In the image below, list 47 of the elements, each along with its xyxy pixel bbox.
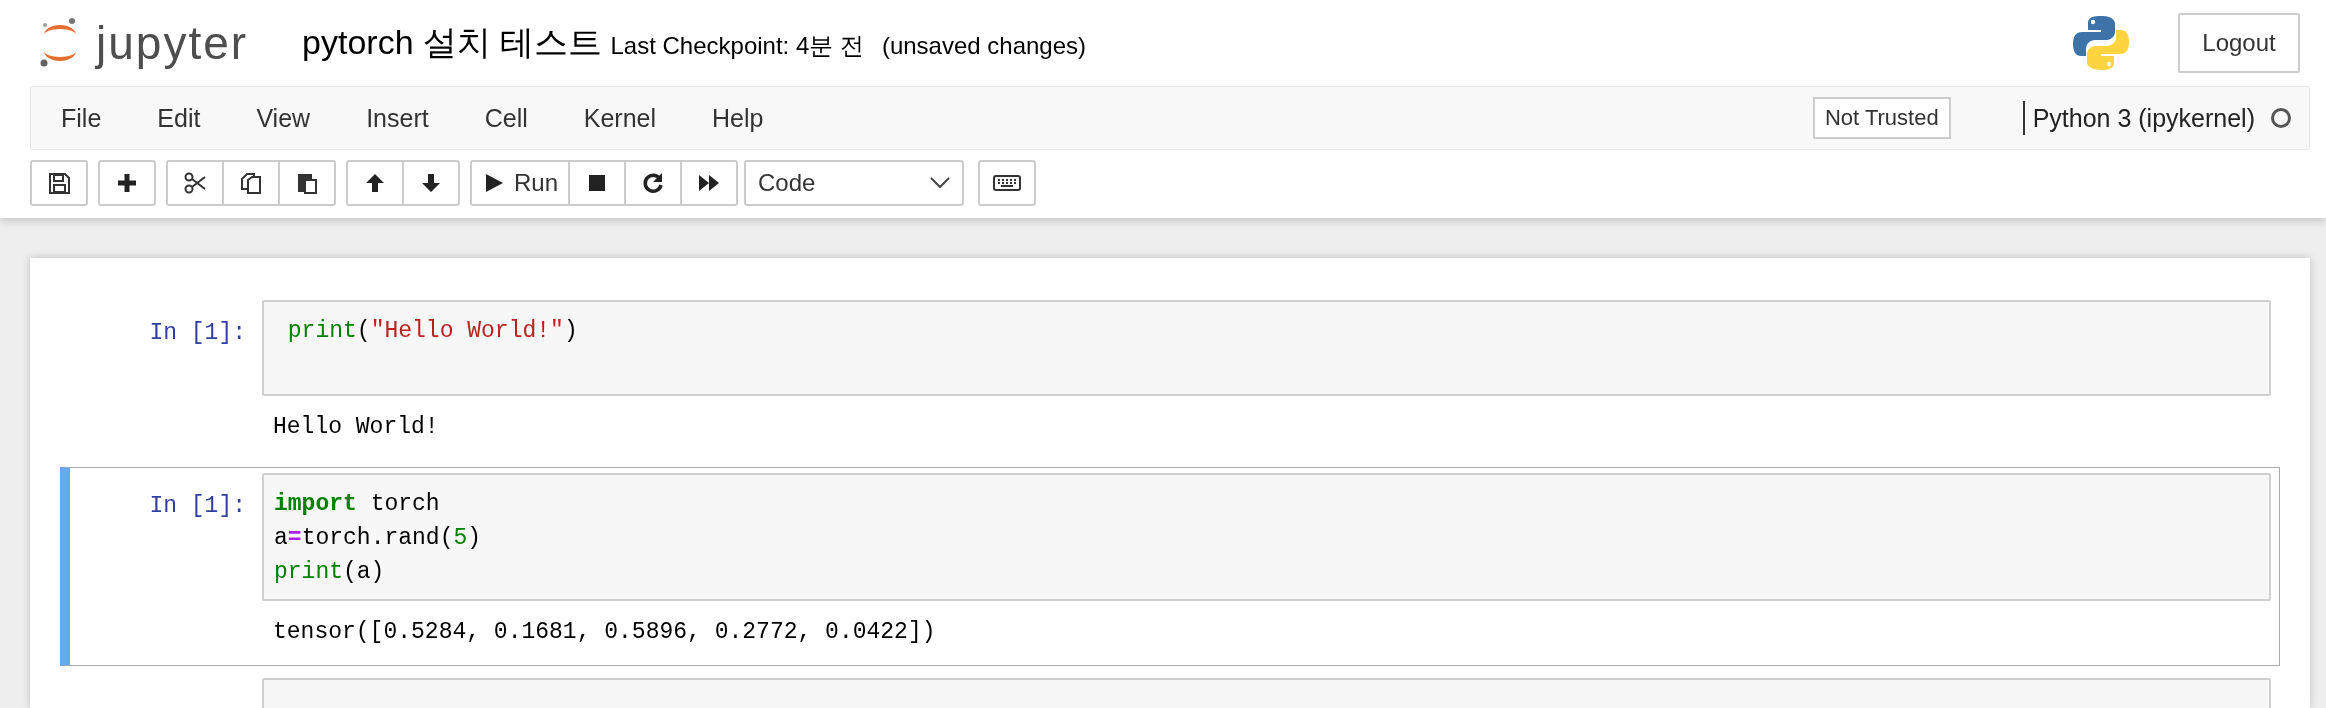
input-prompt: In [1]:	[148, 319, 247, 348]
copy-icon	[239, 171, 263, 195]
menu-item[interactable]: Edit	[129, 103, 229, 133]
cell-output: tensor([0.5284, 0.1681, 0.5896, 0.2772, 0.0422])	[272, 618, 937, 647]
menu-item[interactable]: Cell	[456, 103, 556, 133]
input-prompt: In [1]:	[148, 492, 247, 521]
paste-button[interactable]	[278, 160, 336, 206]
run-button[interactable]: Run	[470, 160, 571, 206]
logo-text: jupyter	[96, 16, 249, 70]
logout-button[interactable]: Logout	[2178, 13, 2300, 73]
menu-item[interactable]: File	[33, 103, 130, 133]
notebook-title[interactable]: pytorch 설치 테스트	[302, 20, 603, 66]
cut-button[interactable]	[166, 160, 224, 206]
code-input[interactable]: import torch a=torch.rand(5) print(a)	[262, 473, 2271, 601]
restart-button[interactable]	[624, 160, 683, 206]
paste-icon	[295, 171, 319, 195]
code-line: print(a)	[274, 558, 386, 587]
copy-button[interactable]	[222, 160, 280, 206]
cell-output: Hello World!	[272, 413, 440, 442]
cell-type-dropdown[interactable]: Code	[744, 160, 965, 206]
code-input[interactable]: print("Hello World!")	[262, 300, 2271, 396]
insert-cell-button[interactable]	[98, 160, 156, 206]
autosave-status: (unsaved changes)	[881, 32, 1087, 60]
scissors-icon	[183, 171, 207, 195]
stop-button[interactable]	[568, 160, 627, 206]
python-logo-icon	[2072, 14, 2130, 72]
code-line: import torch	[274, 490, 441, 519]
code-line: print("Hello World!")	[286, 317, 579, 346]
chevron-down-icon	[930, 177, 951, 189]
move-down-button[interactable]	[402, 160, 460, 206]
keyboard-shortcuts-button[interactable]	[978, 160, 1037, 206]
notebook-cell[interactable]: In [1]: print("Hello World!") Hello World!	[60, 294, 2280, 461]
notebook-cell[interactable]: In [1]: import torch a=torch.rand(5) print(a) tensor([0.5284, 0.1681, 0.5896, 0.2772, 0.0422])	[60, 467, 2280, 666]
save-button[interactable]	[30, 160, 88, 206]
run-all-button[interactable]	[680, 160, 739, 206]
plus-icon	[115, 171, 139, 195]
restart-icon	[641, 171, 666, 195]
save-icon	[47, 171, 71, 195]
menu-item[interactable]: View	[228, 103, 339, 133]
code-line: a=torch.rand(5)	[274, 524, 483, 553]
menu-item[interactable]: Help	[684, 103, 792, 133]
trust-button[interactable]: Not Trusted	[1812, 97, 1951, 139]
menu-item[interactable]: Kernel	[555, 103, 684, 133]
menu-item[interactable]: Insert	[338, 103, 457, 133]
checkpoint-status: Last Checkpoint: 4분 전	[610, 31, 864, 61]
kernel-name[interactable]: Python 3 (ipykernel)	[2022, 101, 2255, 135]
move-up-button[interactable]	[346, 160, 404, 206]
